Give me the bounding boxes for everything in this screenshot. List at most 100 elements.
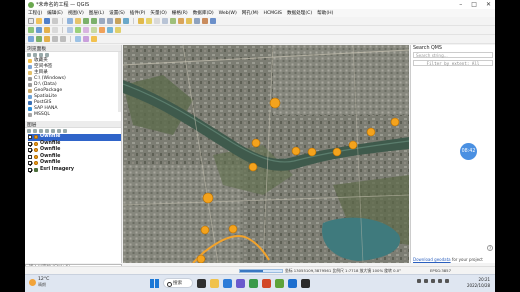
label-tool-icon[interactable] <box>75 36 81 42</box>
add-group-icon[interactable] <box>33 129 37 133</box>
layer-visibility-checkbox[interactable] <box>28 167 32 172</box>
info-icon[interactable] <box>45 53 49 57</box>
terminal-icon[interactable] <box>301 278 310 288</box>
layer-visibility-checkbox[interactable] <box>28 154 32 159</box>
collapse-icon[interactable] <box>39 53 43 57</box>
weather-widget[interactable]: 12°C 晴朗 <box>29 277 49 287</box>
digitize-line-icon[interactable] <box>36 36 42 42</box>
remove-layer-icon[interactable] <box>63 129 67 133</box>
measure-icon[interactable] <box>178 18 184 24</box>
new-bookmark-icon[interactable] <box>202 18 208 24</box>
collapse-all-icon[interactable] <box>57 129 61 133</box>
menu-plugins[interactable]: 插件(P) <box>130 10 146 16</box>
save-as-icon[interactable] <box>52 18 58 24</box>
taskbar-clock[interactable]: 20:21 2022/10/28 <box>467 277 490 289</box>
menu-edit[interactable]: 编辑(E) <box>47 10 63 16</box>
browser-scrollbar[interactable] <box>118 52 121 112</box>
battery-icon[interactable] <box>438 279 442 283</box>
vertex-tool-icon[interactable] <box>52 27 58 33</box>
add-feature-icon[interactable] <box>44 27 50 33</box>
map-canvas[interactable] <box>123 45 409 263</box>
refresh-icon[interactable] <box>27 53 31 57</box>
manage-themes-icon[interactable] <box>39 129 43 133</box>
open-project-icon[interactable] <box>36 18 42 24</box>
redo-icon[interactable] <box>60 36 66 42</box>
undo-icon[interactable] <box>52 36 58 42</box>
digitize-point-icon[interactable] <box>28 36 34 42</box>
windows-start-icon[interactable] <box>150 278 159 288</box>
menu-raster[interactable]: 栅格(R) <box>172 10 188 16</box>
deselect-icon[interactable] <box>154 18 160 24</box>
menu-settings[interactable]: 设置(S) <box>109 10 125 16</box>
menu-database[interactable]: 数据库(D) <box>193 10 214 16</box>
menu-hcmgis[interactable]: HCMGIS <box>264 11 282 16</box>
crs-button[interactable]: EPSG:3857 <box>430 267 451 274</box>
volume-icon[interactable] <box>431 279 435 283</box>
filter-legend-icon[interactable] <box>45 129 49 133</box>
menu-project[interactable]: 工程(J) <box>28 10 42 16</box>
open-styling-icon[interactable] <box>27 129 31 133</box>
qms-search-input[interactable]: Search string... <box>413 52 493 58</box>
add-delimited-text-icon[interactable] <box>91 27 97 33</box>
menu-mesh[interactable]: 网孔(M) <box>242 10 259 16</box>
word-icon[interactable] <box>288 278 297 288</box>
zoom-native-icon[interactable] <box>115 18 121 24</box>
select-features-icon[interactable] <box>146 18 152 24</box>
network-icon[interactable] <box>424 279 428 283</box>
ime-icon[interactable] <box>445 279 449 283</box>
powerpoint-icon[interactable] <box>262 278 271 288</box>
quickmapservices-icon[interactable] <box>115 27 121 33</box>
taskbar-search[interactable]: 搜索 <box>163 278 193 288</box>
layer-row[interactable]: Esri Imagery <box>28 167 121 174</box>
menu-vector[interactable]: 矢量(O) <box>150 10 166 16</box>
zoom-layer-icon[interactable] <box>107 18 113 24</box>
map-tips-icon[interactable] <box>194 18 200 24</box>
new-project-icon[interactable] <box>28 18 34 24</box>
menu-processing[interactable]: 数据处理(C) <box>287 10 312 16</box>
chevron-up-icon[interactable] <box>417 279 421 283</box>
close-icon[interactable]: ✕ <box>486 1 491 8</box>
qms-filter-dropdown[interactable]: Filter by extent: All <box>413 60 493 66</box>
help-icon[interactable]: ? <box>487 245 493 251</box>
attribute-table-icon[interactable] <box>162 18 168 24</box>
save-project-icon[interactable] <box>44 18 50 24</box>
layer-visibility-checkbox[interactable] <box>28 141 32 146</box>
maximize-icon[interactable]: □ <box>471 1 477 8</box>
zoom-out-icon[interactable] <box>91 18 97 24</box>
processing-toolbox-icon[interactable] <box>107 27 113 33</box>
menu-web[interactable]: Web(W) <box>219 11 237 16</box>
refresh-icon[interactable] <box>123 18 129 24</box>
toggle-editing-icon[interactable] <box>28 27 34 33</box>
download-geodata-link[interactable]: Download geodata <box>413 257 451 262</box>
python-console-icon[interactable] <box>99 27 105 33</box>
minimize-icon[interactable]: – <box>459 1 462 8</box>
pan-icon[interactable] <box>67 18 73 24</box>
layer-visibility-checkbox[interactable] <box>28 161 32 166</box>
filter-icon[interactable] <box>33 53 37 57</box>
add-vector-layer-icon[interactable] <box>67 27 73 33</box>
layer-visibility-checkbox[interactable] <box>28 148 32 153</box>
identify-icon[interactable] <box>138 18 144 24</box>
coordinate-readout[interactable]: 坐标 13055109,3879561 比例尺 1:7718 放大镜 100% … <box>285 267 401 274</box>
store-icon[interactable] <box>236 278 245 288</box>
show-bookmarks-icon[interactable] <box>210 18 216 24</box>
edge-browser-icon[interactable] <box>223 278 232 288</box>
excel-icon[interactable] <box>249 278 258 288</box>
expand-all-icon[interactable] <box>51 129 55 133</box>
menu-view[interactable]: 视图(V) <box>68 10 84 16</box>
add-raster-layer-icon[interactable] <box>75 27 81 33</box>
layer-visibility-checkbox[interactable] <box>28 135 32 140</box>
task-view-icon[interactable] <box>197 278 206 288</box>
menu-help[interactable]: 帮助(H) <box>317 10 333 16</box>
qgis-app-icon[interactable] <box>275 278 284 288</box>
file-explorer-icon[interactable] <box>210 278 219 288</box>
field-calculator-icon[interactable] <box>170 18 176 24</box>
floating-clock-badge[interactable]: 08:42 <box>460 143 477 160</box>
browser-item-mssql[interactable]: MSSQL <box>28 112 121 118</box>
zoom-in-icon[interactable] <box>83 18 89 24</box>
digitize-polygon-icon[interactable] <box>44 36 50 42</box>
annotation-icon[interactable] <box>186 18 192 24</box>
zoom-full-icon[interactable] <box>99 18 105 24</box>
pan-to-selection-icon[interactable] <box>75 18 81 24</box>
save-edits-icon[interactable] <box>36 27 42 33</box>
